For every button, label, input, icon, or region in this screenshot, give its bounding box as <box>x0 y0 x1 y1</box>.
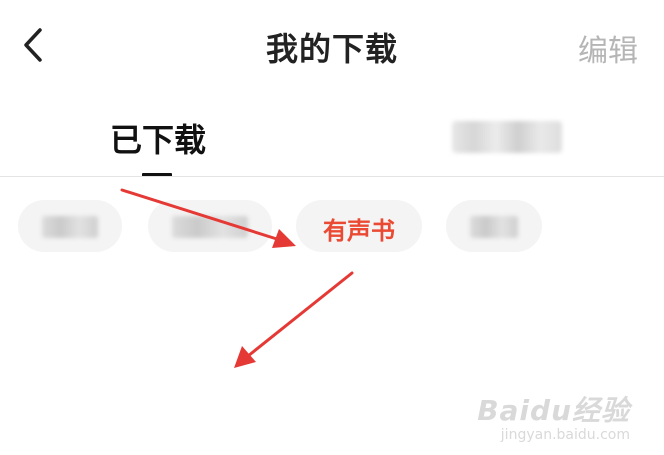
filter-chip-blurred-1[interactable] <box>18 200 122 252</box>
category-filter-chips: 有声书 <box>0 200 664 256</box>
annotation-arrow-to-content <box>234 271 354 368</box>
tab-second-blurred[interactable] <box>452 121 562 153</box>
filter-chip-audiobook-label: 有声书 <box>323 217 395 245</box>
tab-downloaded[interactable]: 已下载 <box>110 115 206 161</box>
watermark-logo: Baidu经验 <box>477 394 630 427</box>
top-nav-bar: 我的下载 编辑 <box>0 0 664 95</box>
tabs-divider <box>0 176 664 177</box>
blurred-chip-text <box>470 216 518 238</box>
page-title: 我的下载 <box>265 30 398 68</box>
download-tabs: 已下载 <box>0 105 664 177</box>
baidu-jingyan-watermark: Baidu经验 jingyan.baidu.com <box>477 389 630 443</box>
blurred-chip-text <box>42 216 98 238</box>
edit-button[interactable]: 编辑 <box>578 26 638 70</box>
filter-chip-audiobook[interactable]: 有声书 <box>296 200 422 252</box>
blurred-chip-text <box>172 216 248 238</box>
filter-chip-blurred-3[interactable] <box>446 200 542 252</box>
watermark-url: jingyan.baidu.com <box>500 427 630 443</box>
filter-chip-blurred-2[interactable] <box>148 200 272 252</box>
